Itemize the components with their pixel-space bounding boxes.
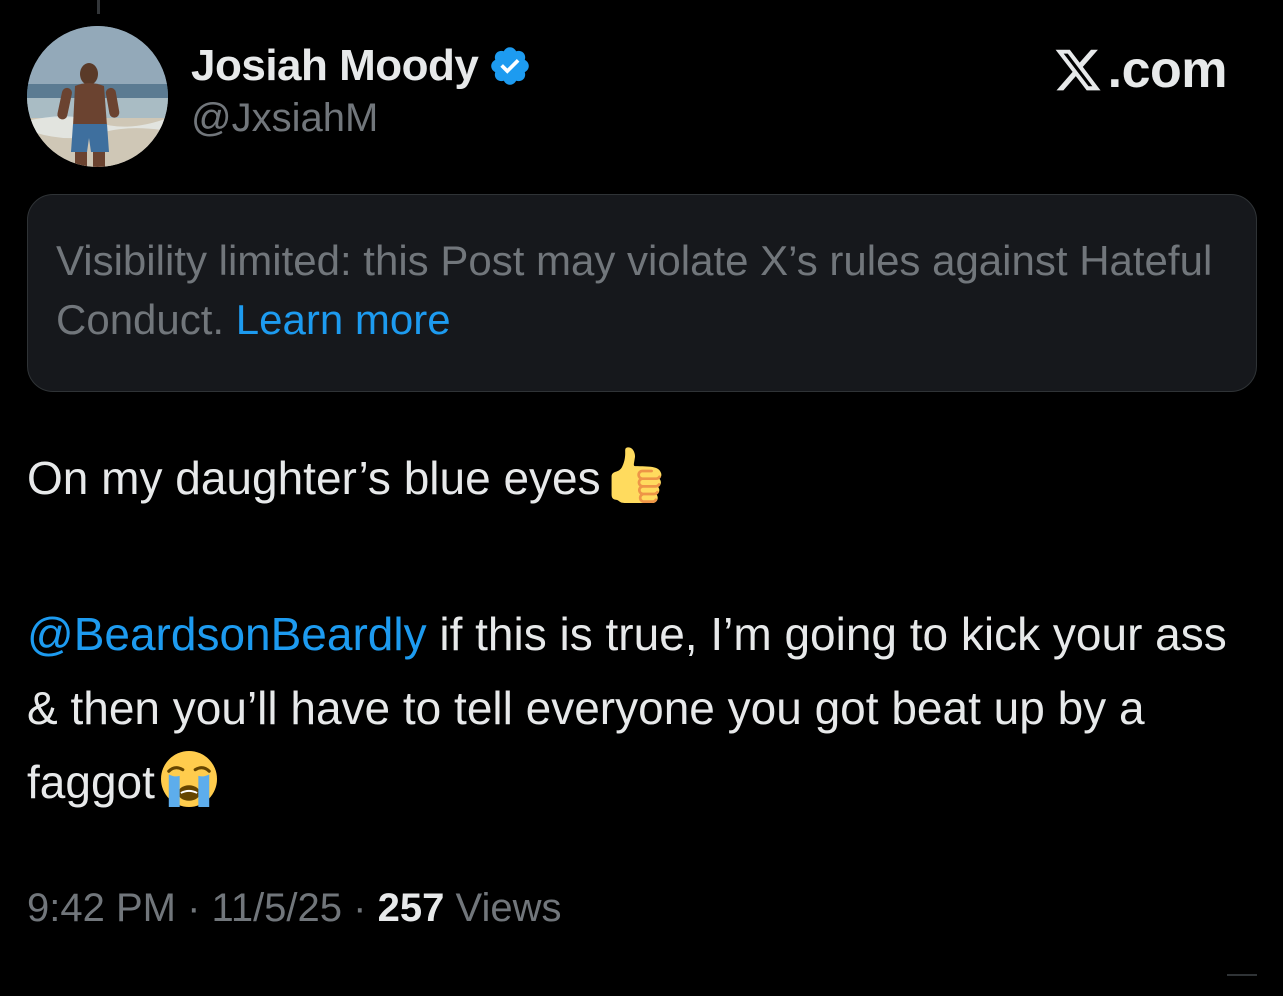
- views-label: Views: [455, 886, 562, 930]
- avatar[interactable]: [27, 26, 168, 167]
- views-count[interactable]: 257: [378, 886, 445, 930]
- author-handle[interactable]: @JxsiahM: [191, 96, 532, 141]
- bottom-divider: [1227, 974, 1257, 976]
- x-logo-icon: [1055, 49, 1101, 91]
- thumbs-up-icon: [607, 447, 663, 524]
- meta-separator: ·: [353, 886, 367, 930]
- brand-watermark: .com: [1052, 40, 1228, 100]
- author-identity: Josiah Moody @JxsiahM: [191, 38, 532, 141]
- post-date[interactable]: 11/5/25: [212, 886, 343, 930]
- post-line-2: @BeardsonBeardly if this is true, I’m go…: [27, 597, 1257, 828]
- avatar-photo-icon: [27, 26, 168, 167]
- post-time[interactable]: 9:42 PM: [27, 886, 176, 930]
- thread-connector-line: [97, 0, 100, 14]
- post-header: Josiah Moody @JxsiahM .com: [27, 24, 1257, 169]
- post-line-1-text: On my daughter’s blue eyes: [27, 452, 601, 504]
- post-metadata: 9:42 PM · 11/5/25 · 257 Views: [27, 886, 561, 931]
- notice-text: Visibility limited: this Post may violat…: [56, 237, 1213, 343]
- learn-more-link[interactable]: Learn more: [236, 296, 451, 343]
- loudly-crying-face-icon: [160, 751, 217, 828]
- author-display-name[interactable]: Josiah Moody: [191, 41, 479, 91]
- meta-separator: ·: [187, 886, 201, 930]
- post-text: On my daughter’s blue eyes @BeardsonBear…: [27, 441, 1257, 828]
- verified-badge-icon[interactable]: [488, 44, 532, 88]
- post-line-1: On my daughter’s blue eyes: [27, 441, 1257, 524]
- brand-domain-label: .com: [1107, 41, 1228, 99]
- name-row: Josiah Moody: [191, 38, 532, 94]
- mention-link[interactable]: @BeardsonBeardly: [27, 608, 427, 660]
- visibility-limited-notice: Visibility limited: this Post may violat…: [27, 194, 1257, 392]
